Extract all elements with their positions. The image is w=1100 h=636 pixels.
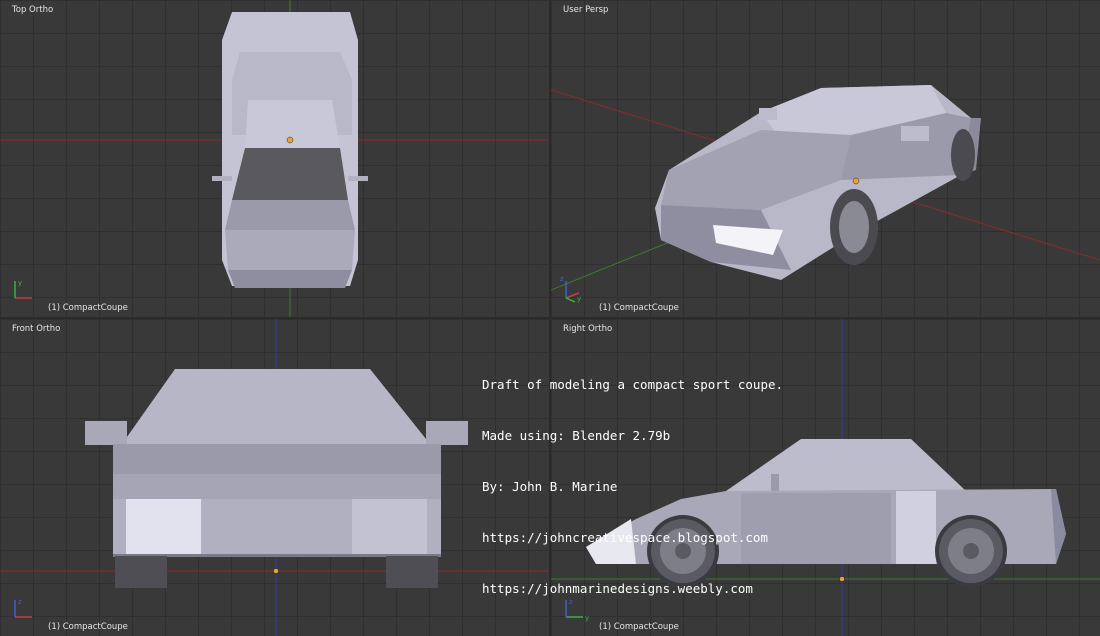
car-top-view [212,12,368,288]
viewport-front-ortho[interactable]: Front Ortho z (1) CompactCoupe [0,319,549,636]
caption-link: https://johncreativespace.blogspot.com [482,530,768,545]
viewport-label: User Persp [563,5,609,15]
origin-dot [286,136,294,144]
axis-z-label: z [560,275,564,283]
axis-y-label: y [585,614,589,622]
axis-gizmo: y [10,273,40,303]
caption-overlay: Draft of modeling a compact sport coupe.… [482,342,783,614]
front-ortho-scene [0,319,549,636]
caption-line: Made using: Blender 2.79b [482,428,671,443]
viewport-label: Front Ortho [12,324,61,334]
viewport-user-persp[interactable]: User Persp z y (1) CompactCoupe [551,0,1100,317]
persp-scene [551,85,1100,291]
car-front-view [85,369,468,588]
axis-y-label: y [18,279,22,287]
viewport-label: Top Ortho [12,5,54,15]
origin-dot [852,177,860,185]
viewport-label: Right Ortho [563,324,613,334]
origin-dot [273,568,279,574]
active-object-label: (1) CompactCoupe [48,622,128,632]
car-persp-view [655,85,981,280]
origin-dot [839,576,845,582]
axis-gizmo: z [10,592,40,622]
caption-line: Draft of modeling a compact sport coupe. [482,377,784,392]
axis-y-label: y [577,295,581,303]
active-object-label: (1) CompactCoupe [599,303,679,313]
axis-z-label: z [18,598,22,606]
viewport-top-ortho[interactable]: Top Ortho y (1) CompactCoupe [0,0,549,317]
active-object-label: (1) CompactCoupe [48,303,128,313]
caption-line: By: John B. Marine [482,479,618,494]
active-object-label: (1) CompactCoupe [599,622,679,632]
top-ortho-scene [0,0,549,317]
axis-gizmo: z y [560,273,591,303]
caption-link: https://johnmarinedesigns.weebly.com [482,581,753,596]
